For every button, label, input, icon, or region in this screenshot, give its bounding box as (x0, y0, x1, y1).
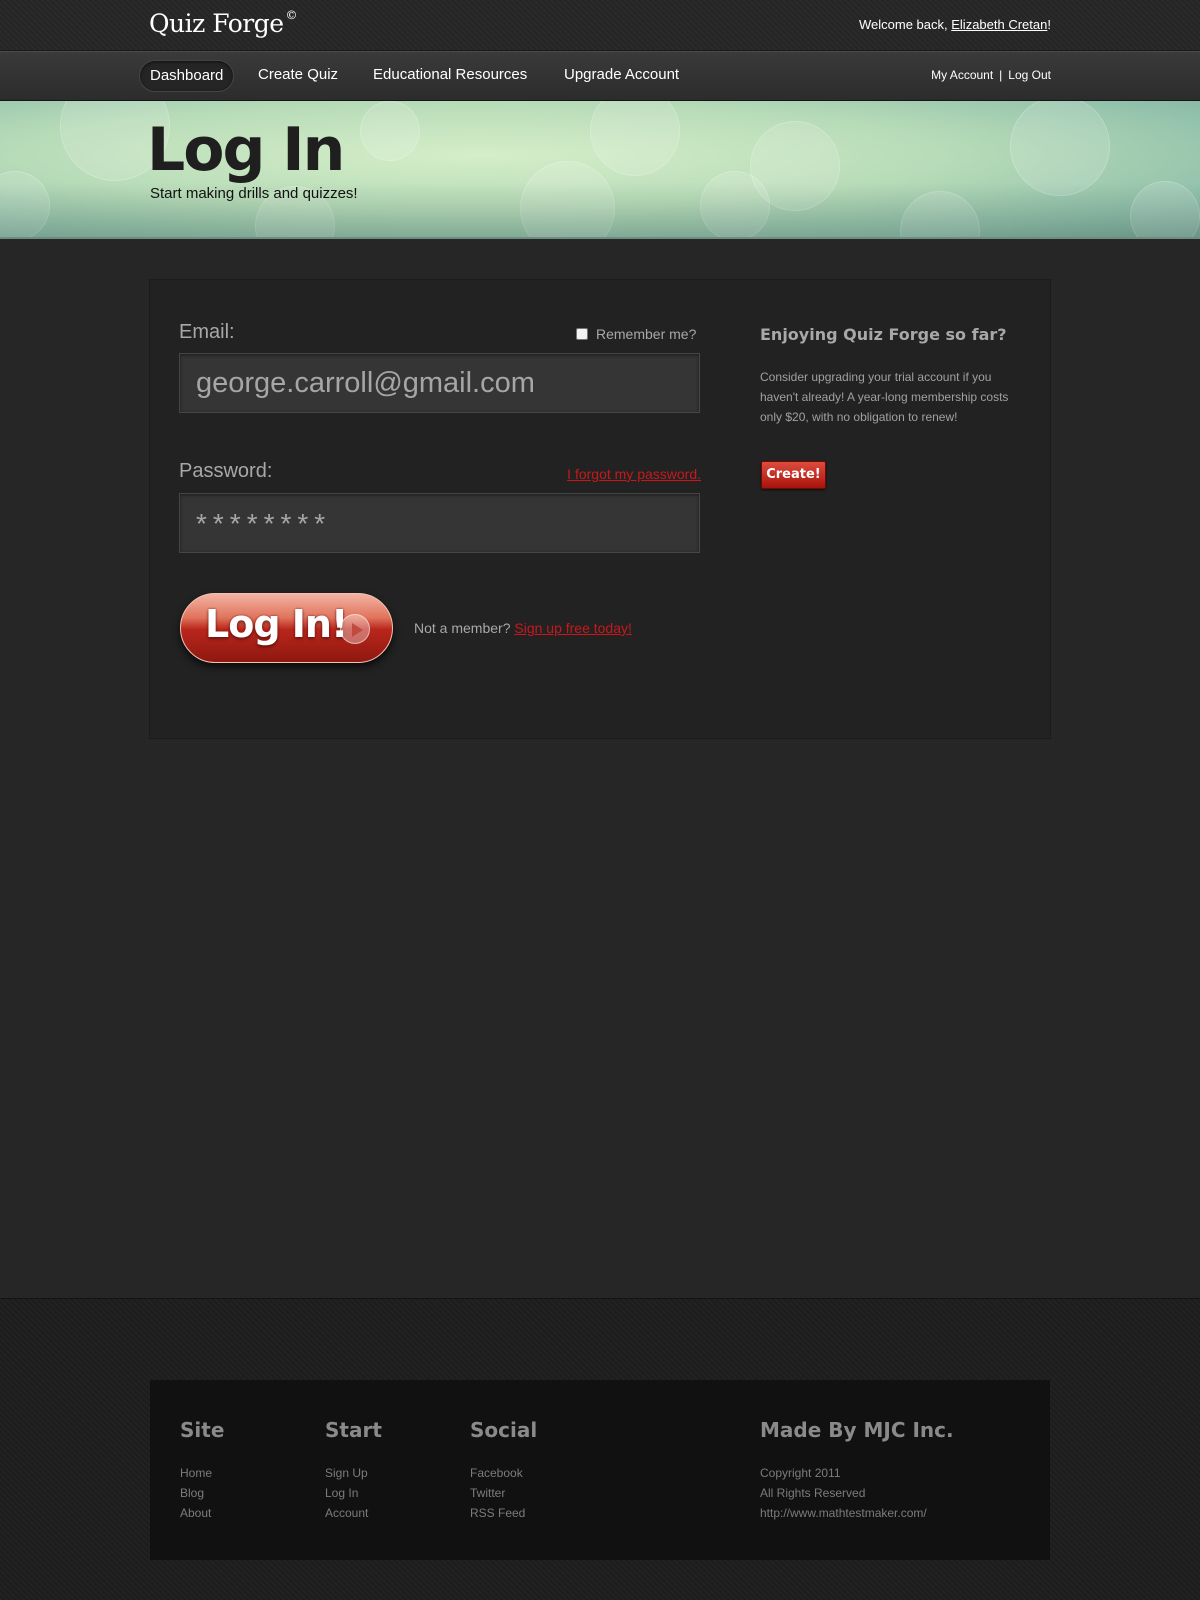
password-field[interactable] (179, 493, 700, 553)
login-panel: Email: Remember me? Password: I forgot m… (149, 279, 1051, 739)
signup-prompt: Not a member? Sign up free today! (414, 620, 632, 636)
logo-text: Quiz Forge (149, 9, 284, 38)
email-field[interactable] (179, 353, 700, 413)
nav-item-dashboard[interactable]: Dashboard (139, 60, 235, 92)
login-button-label: Log In! (205, 602, 348, 646)
top-bar: Quiz Forge © Welcome back, Elizabeth Cret… (0, 0, 1200, 51)
upgrade-promo-text: Consider upgrading your trial account if… (760, 370, 1009, 424)
footer-link-rss-feed[interactable]: RSS Feed (470, 1503, 537, 1523)
welcome-prefix: Welcome back, (859, 17, 952, 32)
nav-item-educational-resources[interactable]: Educational Resources (363, 60, 537, 92)
password-label: Password: (179, 460, 273, 482)
remember-checkbox[interactable] (576, 328, 588, 340)
signup-link[interactable]: Sign up free today! (514, 620, 632, 636)
footer-heading: Start (325, 1418, 382, 1442)
nav-item-upgrade-account[interactable]: Upgrade Account (554, 60, 689, 92)
email-label: Email: (179, 321, 235, 343)
footer-link-account[interactable]: Account (325, 1503, 382, 1523)
footer-link-home[interactable]: Home (180, 1463, 224, 1483)
footer-heading: Made By MJC Inc. (760, 1418, 954, 1442)
footer-column-site: Site Home Blog About (180, 1418, 224, 1523)
site-logo[interactable]: Quiz Forge © (149, 7, 298, 38)
create-button[interactable]: Create! (761, 461, 826, 489)
page-banner: Log In Start making drills and quizzes! (0, 101, 1200, 239)
footer-column-social: Social Facebook Twitter RSS Feed (470, 1418, 537, 1523)
page-subtitle: Start making drills and quizzes! (150, 185, 358, 202)
nav-item-create-quiz[interactable]: Create Quiz (248, 60, 348, 92)
rights-text: All Rights Reserved (760, 1486, 866, 1500)
welcome-suffix: ! (1047, 17, 1051, 32)
remember-me[interactable]: Remember me? (576, 326, 696, 342)
footer-column-credits: Made By MJC Inc. Copyright 2011 All Righ… (760, 1418, 954, 1523)
copyright-text: Copyright 2011 (760, 1466, 841, 1480)
login-button[interactable]: Log In! (180, 593, 393, 663)
footer-link-sign-up[interactable]: Sign Up (325, 1463, 382, 1483)
welcome-message: Welcome back, Elizabeth Cretan! (859, 17, 1051, 32)
main-nav: Dashboard Create Quiz Educational Resour… (0, 51, 1200, 101)
remember-label: Remember me? (596, 326, 697, 342)
forgot-password-link[interactable]: I forgot my password. (567, 466, 701, 482)
log-out-link[interactable]: Log Out (1008, 68, 1051, 82)
footer-link-about[interactable]: About (180, 1503, 224, 1523)
my-account-link[interactable]: My Account (931, 68, 993, 82)
footer-link-facebook[interactable]: Facebook (470, 1463, 537, 1483)
footer-link-twitter[interactable]: Twitter (470, 1483, 537, 1503)
user-name-link[interactable]: Elizabeth Cretan (951, 17, 1047, 32)
footer-heading: Social (470, 1418, 538, 1442)
footer-column-start: Start Sign Up Log In Account (325, 1418, 382, 1523)
play-arrow-icon (340, 614, 370, 644)
nav-separator: | (999, 68, 1003, 82)
not-member-text: Not a member? (414, 620, 515, 636)
footer-heading: Site (180, 1418, 225, 1442)
page-title: Log In (147, 115, 345, 185)
upgrade-promo-title: Enjoying Quiz Forge so far? (760, 325, 1007, 344)
footer-link-log-in[interactable]: Log In (325, 1483, 382, 1503)
account-links: My Account | Log Out (931, 68, 1051, 82)
footer: Site Home Blog About Start Sign Up Log I… (150, 1380, 1050, 1560)
website-link[interactable]: http://www.mathtestmaker.com/ (760, 1503, 954, 1523)
copyright-mark: © (285, 7, 298, 22)
footer-link-blog[interactable]: Blog (180, 1483, 224, 1503)
